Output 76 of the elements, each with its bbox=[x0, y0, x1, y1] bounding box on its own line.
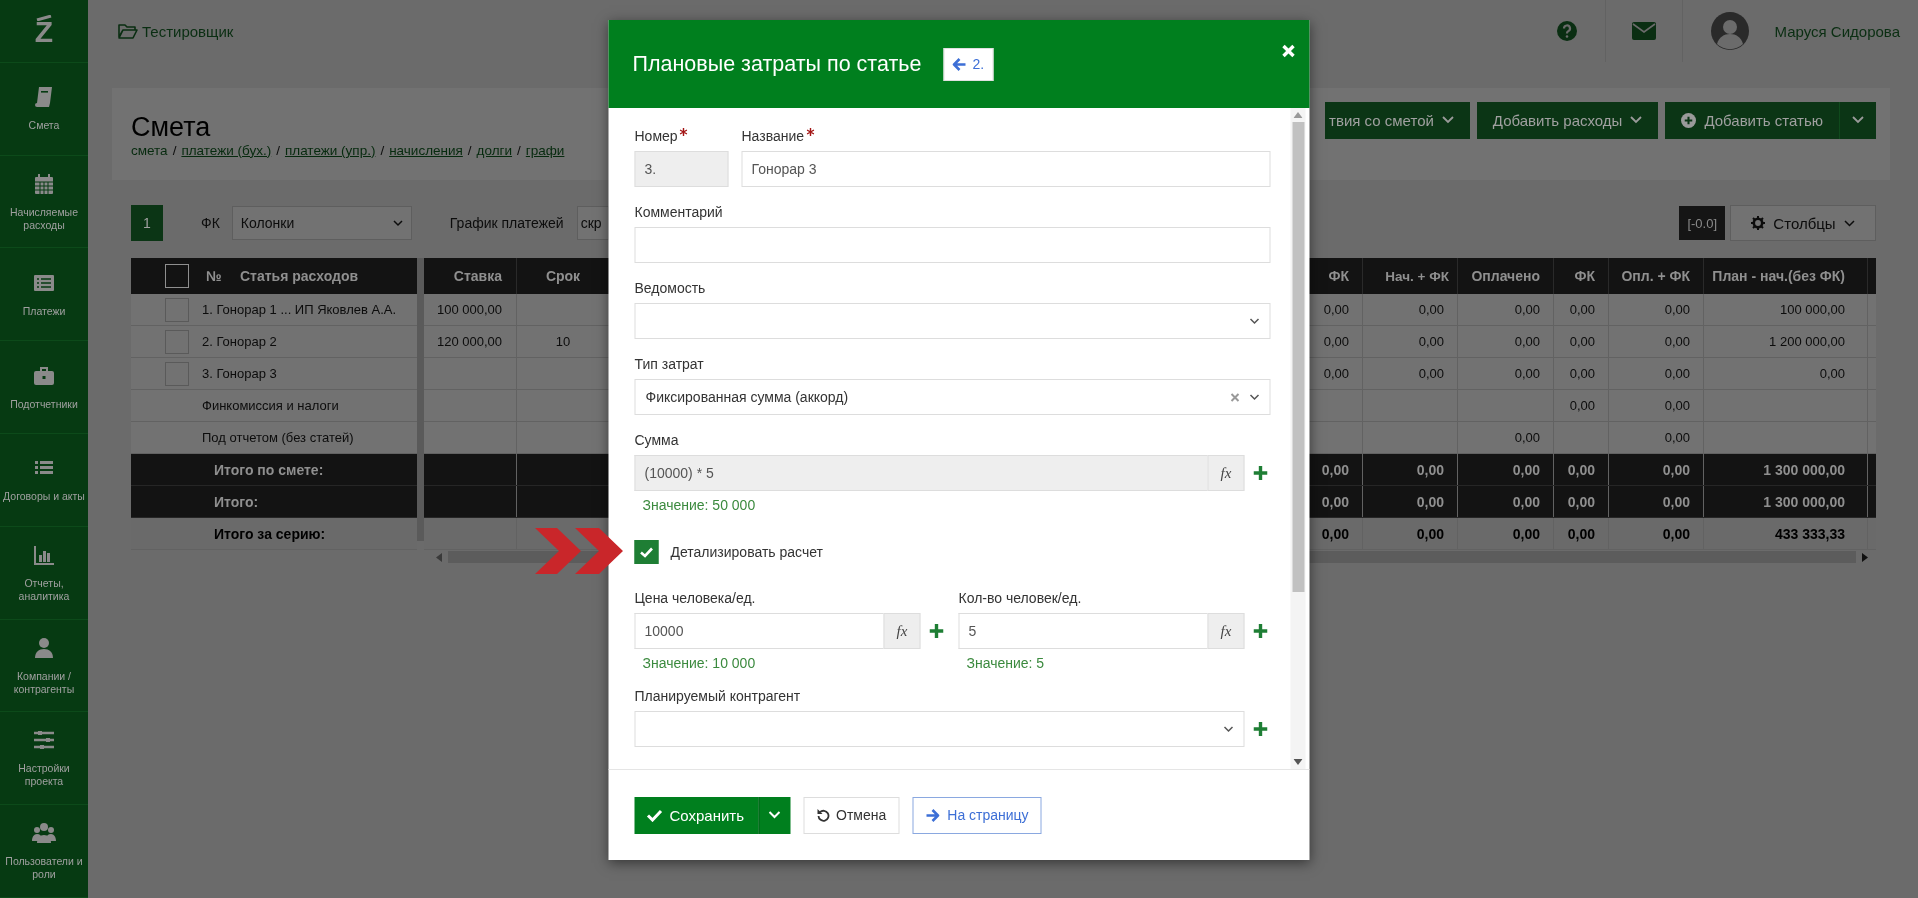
page-badge: 1 bbox=[131, 205, 163, 241]
table-cell: 0,00 bbox=[1554, 326, 1609, 357]
table-cell: 0,00 bbox=[1609, 422, 1704, 453]
table-cell: 1 200 000,00 bbox=[1704, 326, 1868, 357]
breadcrumb-current: смета bbox=[131, 142, 168, 158]
checkbox-label: Детализировать расчет bbox=[670, 544, 823, 560]
breadcrumb-separator: / bbox=[467, 142, 472, 158]
table-cell-text: 1. Гонорар 1 ... ИП Яковлев А.А. bbox=[202, 301, 398, 319]
table-cell: 0,00 bbox=[1554, 390, 1609, 421]
table-cell-text: 2. Гонорар 2 bbox=[202, 333, 278, 351]
table-cell: 0,00 bbox=[1554, 454, 1609, 485]
table-cell: 0,00 bbox=[1311, 454, 1363, 485]
table-cell: 100 000,00 bbox=[1704, 294, 1868, 325]
filter-label: График платежей bbox=[449, 215, 564, 231]
table-cell: 0,00 bbox=[1554, 294, 1609, 325]
field-label: Тип затрат bbox=[634, 356, 704, 372]
table-cell: 0,00 bbox=[1609, 326, 1704, 357]
table-cell: 0,00 bbox=[1363, 518, 1458, 549]
table-cell-text: Итого за серию: bbox=[213, 524, 327, 544]
breadcrumb-separator: / bbox=[380, 142, 385, 158]
field-label: Комментарий bbox=[634, 204, 723, 220]
table-cell: 0,00 bbox=[1609, 454, 1704, 485]
field-label: Сумма bbox=[634, 432, 679, 448]
table-cell: 0,00 bbox=[1609, 518, 1704, 549]
breadcrumb-separator: / bbox=[517, 142, 521, 158]
field-label: Цена человека/ед. bbox=[634, 590, 756, 606]
table-cell: 0,00 bbox=[1311, 326, 1363, 357]
table-cell: 0,00 bbox=[1311, 486, 1363, 517]
filter-label: ФК bbox=[201, 215, 220, 231]
column-header: Статья расходов bbox=[240, 267, 360, 286]
field-label: Название bbox=[741, 128, 805, 144]
table-cell: 0,00 bbox=[1458, 294, 1554, 325]
table-cell: 0,00 bbox=[1458, 422, 1554, 453]
table-cell: 120 000,00 bbox=[424, 326, 517, 357]
table-cell: 0,00 bbox=[1311, 358, 1363, 389]
table-cell: 0,00 bbox=[1458, 454, 1554, 485]
table-cell: 0,00 bbox=[1609, 358, 1704, 389]
modal-title: Плановые затраты по статье bbox=[632, 51, 922, 77]
table-cell: 0,00 bbox=[1363, 454, 1458, 485]
field-label: Кол-во человек/ед. bbox=[958, 590, 1082, 606]
table-cell: 0,00 bbox=[1363, 486, 1458, 517]
table-cell: 0,00 bbox=[1363, 358, 1458, 389]
table-cell: 0,00 bbox=[1609, 294, 1704, 325]
table-cell: 0,00 bbox=[1311, 294, 1363, 325]
table-cell: 0,00 bbox=[1554, 518, 1609, 549]
column-header: № bbox=[205, 267, 223, 286]
field-label: Планируемый контрагент bbox=[634, 688, 801, 704]
field-label: Номер bbox=[634, 128, 678, 144]
table-cell: 0,00 bbox=[1609, 486, 1704, 517]
table-cell: 0,00 bbox=[1458, 326, 1554, 357]
page-title: Смета bbox=[131, 110, 212, 143]
table-cell: 0,00 bbox=[1554, 486, 1609, 517]
computed-value: Значение: 10 000 bbox=[641, 655, 757, 671]
breadcrumb-separator: / bbox=[172, 142, 177, 158]
table-cell: 0,00 bbox=[1458, 486, 1554, 517]
field-label: Ведомость bbox=[634, 280, 706, 296]
table-cell: 0,00 bbox=[1311, 518, 1363, 549]
table-cell-text: Итого по смете: bbox=[213, 460, 325, 480]
table-cell: 1 300 000,00 bbox=[1704, 486, 1868, 517]
computed-value: Значение: 5 bbox=[965, 655, 1046, 671]
table-cell-text: Итого: bbox=[213, 492, 260, 512]
table-cell-text: Под отчетом (без статей) bbox=[202, 429, 355, 447]
table-cell: 433 333,33 bbox=[1704, 518, 1868, 549]
table-cell: 0,00 bbox=[1704, 358, 1868, 389]
table-cell: 0,00 bbox=[1458, 358, 1554, 389]
table-cell-text: Финкомиссия и налоги bbox=[202, 397, 340, 415]
table-cell: 0,00 bbox=[1363, 326, 1458, 357]
table-cell: 0,00 bbox=[1458, 518, 1554, 549]
computed-value: Значение: 50 000 bbox=[641, 497, 757, 513]
table-cell: 100 000,00 bbox=[424, 294, 517, 325]
breadcrumb-separator: / bbox=[276, 142, 280, 158]
table-cell-text: 3. Гонорар 3 bbox=[202, 365, 278, 383]
table-cell: 0,00 bbox=[1554, 358, 1609, 389]
table-cell: 0,00 bbox=[1363, 294, 1458, 325]
table-cell: 0,00 bbox=[1609, 390, 1704, 421]
table-cell: 1 300 000,00 bbox=[1704, 454, 1868, 485]
